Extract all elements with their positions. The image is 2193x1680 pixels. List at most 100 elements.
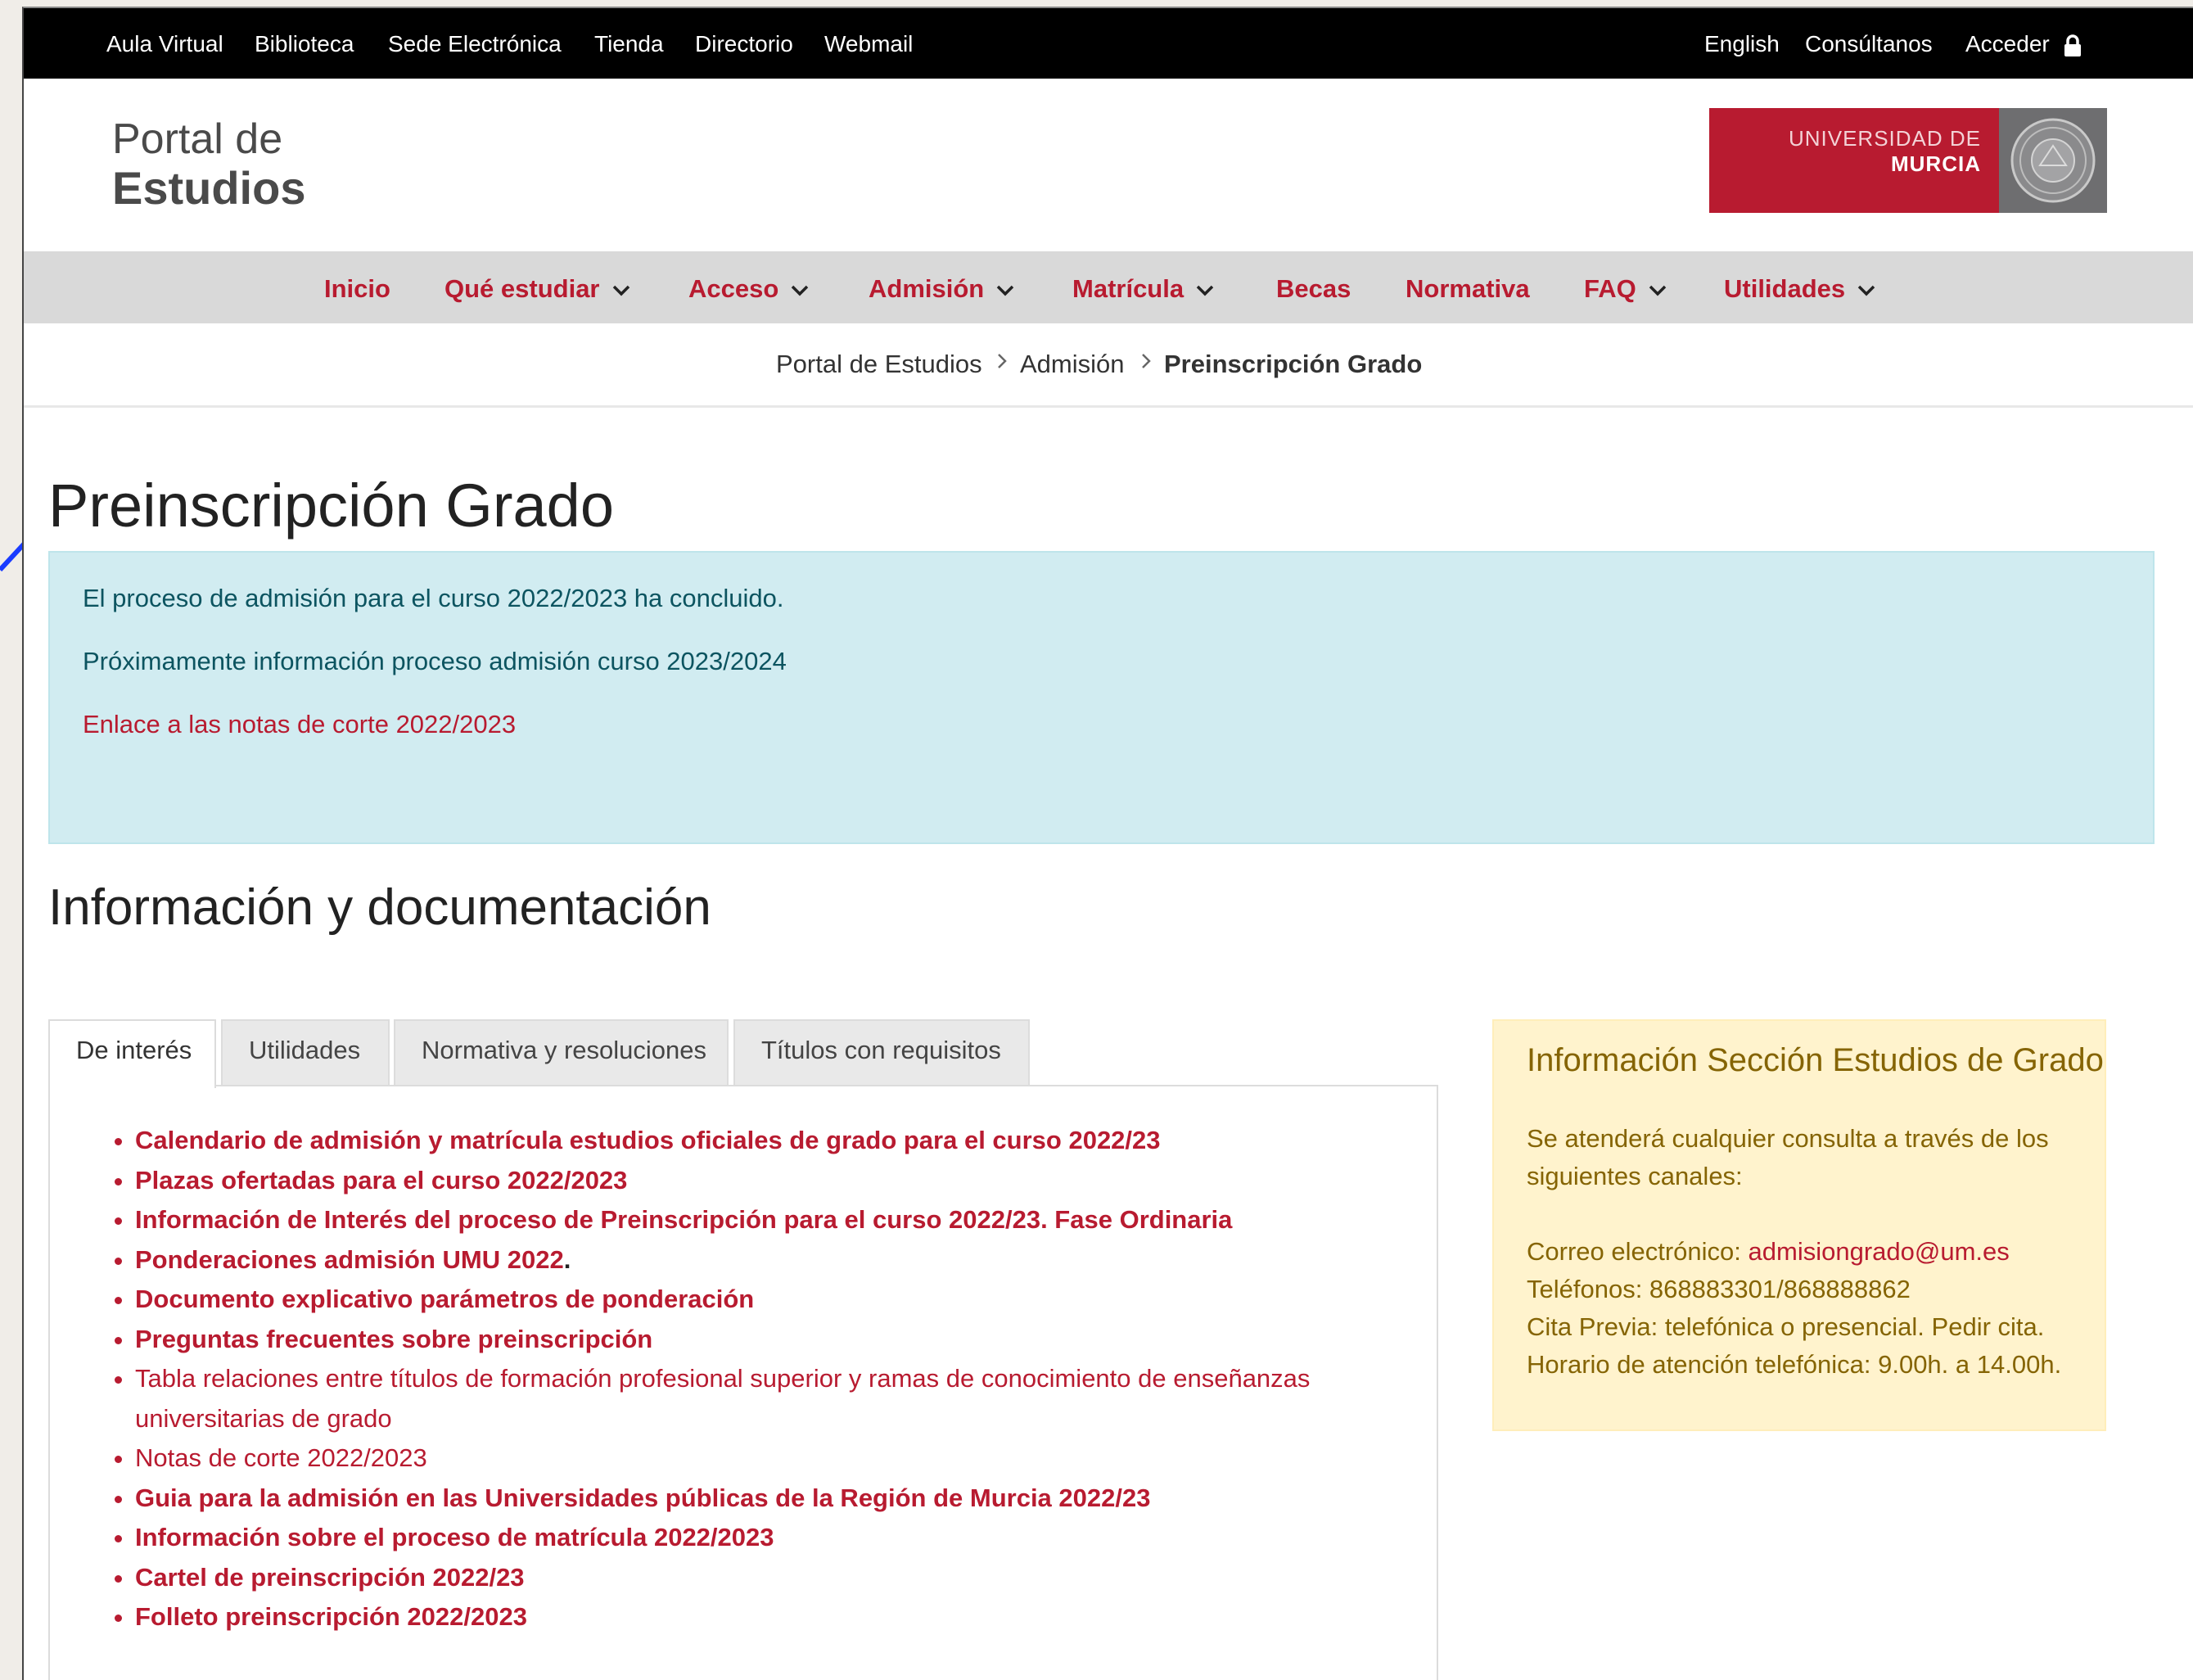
alert-link-wrapper: Enlace a las notas de corte 2022/2023 — [83, 710, 516, 739]
breadcrumb-item-admision[interactable]: Admisión — [1020, 350, 1125, 379]
nav-item-admision[interactable]: Admisión — [869, 274, 1015, 304]
document-link[interactable]: Plazas ofertadas para el curso 2022/2023 — [135, 1166, 627, 1195]
list-item: Ponderaciones admisión UMU 2022. — [135, 1240, 1347, 1280]
nav-item-que-estudiar[interactable]: Qué estudiar — [444, 274, 631, 304]
list-item: Cartel de preinscripción 2022/23 — [135, 1558, 1347, 1598]
nav-item-normativa[interactable]: Normativa — [1406, 274, 1530, 304]
list-item: Información de Interés del proceso de Pr… — [135, 1200, 1347, 1240]
university-logo[interactable]: UNIVERSIDAD DE MURCIA — [1709, 108, 2107, 213]
nav-label: Acceso — [688, 274, 779, 303]
chevron-down-icon — [996, 285, 1014, 296]
document-link[interactable]: Cartel de preinscripción 2022/23 — [135, 1563, 525, 1592]
login-link[interactable]: Acceder — [1965, 31, 2082, 57]
list-item: Folleto preinscripción 2022/2023 — [135, 1597, 1347, 1637]
list-item: Notas de corte 2022/2023 — [135, 1438, 1347, 1479]
english-link[interactable]: English — [1704, 31, 1780, 57]
tab-panel-de-interes: Calendario de admisión y matrícula estud… — [48, 1085, 1438, 1680]
topbar-link-webmail[interactable]: Webmail — [824, 31, 913, 57]
email-label: Correo electrónico: — [1527, 1237, 1749, 1266]
chevron-down-icon — [612, 285, 629, 296]
login-label: Acceder — [1965, 31, 2050, 56]
document-link[interactable]: Ponderaciones admisión UMU 2022 — [135, 1245, 564, 1274]
document-link[interactable]: Información de Interés del proceso de Pr… — [135, 1205, 1232, 1234]
site-header: Portal de Estudios UNIVERSIDAD DE MURCIA — [24, 79, 2193, 247]
chevron-down-icon — [792, 285, 809, 296]
nav-label: Normativa — [1406, 274, 1530, 303]
infobox-intro-line1: Se atenderá cualquier consulta a través … — [1527, 1124, 2049, 1153]
nav-item-faq[interactable]: FAQ — [1584, 274, 1667, 304]
nav-label: Matrícula — [1072, 274, 1184, 303]
list-item: Preguntas frecuentes sobre preinscripció… — [135, 1320, 1347, 1360]
chevron-down-icon — [1649, 285, 1666, 296]
email-link[interactable]: admisiongrado@um.es — [1749, 1237, 2010, 1266]
document-link[interactable]: Documento explicativo parámetros de pond… — [135, 1285, 754, 1313]
document-link[interactable]: Notas de corte 2022/2023 — [135, 1443, 427, 1472]
university-seal-icon — [1999, 108, 2107, 213]
document-list: Calendario de admisión y matrícula estud… — [111, 1121, 1347, 1637]
infobox-intro-line2: siguientes canales: — [1527, 1162, 1743, 1190]
nav-item-acceso[interactable]: Acceso — [688, 274, 810, 304]
document-link[interactable]: Tabla relaciones entre títulos de formac… — [135, 1364, 1310, 1433]
tab-titulos-requisitos[interactable]: Títulos con requisitos — [733, 1019, 1030, 1085]
section-title: Información y documentación — [48, 879, 711, 936]
page-title: Preinscripción Grado — [48, 472, 614, 540]
document-link[interactable]: Calendario de admisión y matrícula estud… — [135, 1126, 1161, 1154]
chevron-down-icon — [1196, 285, 1214, 296]
portal-logo-title[interactable]: Portal de Estudios — [112, 115, 305, 213]
browser-page: Aula Virtual Biblioteca Sede Electrónica… — [22, 7, 2193, 1680]
list-item-suffix: . — [563, 1244, 571, 1274]
nav-label: Becas — [1276, 274, 1351, 303]
list-item: Tabla relaciones entre títulos de formac… — [135, 1359, 1347, 1438]
tab-normativa-resoluciones[interactable]: Normativa y resoluciones — [394, 1019, 729, 1085]
admission-alert: El proceso de admisión para el curso 202… — [48, 551, 2155, 844]
logo-line2: MURCIA — [1891, 151, 1981, 176]
infobox-title: Información Sección Estudios de Grado — [1527, 1042, 2104, 1078]
alert-line1: El proceso de admisión para el curso 202… — [83, 584, 784, 612]
breadcrumb-separator-icon — [1139, 350, 1153, 379]
breadcrumb-item-portal[interactable]: Portal de Estudios — [776, 350, 982, 379]
infobox-appointment: Cita Previa: telefónica o presencial. Pe… — [1527, 1312, 2045, 1341]
nav-label: Qué estudiar — [444, 274, 600, 303]
nav-label: Utilidades — [1724, 274, 1846, 303]
top-utility-bar: Aula Virtual Biblioteca Sede Electrónica… — [24, 8, 2193, 79]
topbar-link-directorio[interactable]: Directorio — [695, 31, 793, 57]
topbar-link-aula-virtual[interactable]: Aula Virtual — [106, 31, 223, 57]
breadcrumb-item-current: Preinscripción Grado — [1164, 350, 1423, 378]
nav-item-inicio[interactable]: Inicio — [324, 274, 390, 304]
infobox-phones: Teléfonos: 868883301/868888862 — [1527, 1275, 1911, 1303]
list-item: Información sobre el proceso de matrícul… — [135, 1518, 1347, 1558]
topbar-link-tienda[interactable]: Tienda — [594, 31, 664, 57]
alert-line2: Próximamente información proceso admisió… — [83, 647, 787, 675]
infobox-email-row: Correo electrónico: admisiongrado@um.es — [1527, 1233, 2010, 1271]
infobox-hours: Horario de atención telefónica: 9.00h. a… — [1527, 1350, 2062, 1379]
document-link[interactable]: Guia para la admisión en las Universidad… — [135, 1484, 1150, 1512]
portal-title-line2: Estudios — [112, 162, 306, 214]
tab-utilidades[interactable]: Utilidades — [221, 1019, 390, 1085]
lock-icon — [2064, 34, 2081, 56]
list-item: Plazas ofertadas para el curso 2022/2023 — [135, 1161, 1347, 1201]
chevron-down-icon — [1857, 285, 1875, 296]
tab-de-interes[interactable]: De interés — [48, 1019, 216, 1088]
breadcrumb-separator-icon — [995, 350, 1009, 379]
list-item: Calendario de admisión y matrícula estud… — [135, 1121, 1347, 1161]
document-link[interactable]: Preguntas frecuentes sobre preinscripció… — [135, 1325, 652, 1353]
university-logo-text: UNIVERSIDAD DE MURCIA — [1709, 108, 1999, 213]
document-link[interactable]: Folleto preinscripción 2022/2023 — [135, 1602, 527, 1631]
main-nav: Inicio Qué estudiar Acceso Admisión Matr… — [24, 251, 2193, 323]
logo-line1: UNIVERSIDAD DE — [1788, 126, 1981, 151]
nav-label: Inicio — [324, 274, 390, 303]
nav-label: Admisión — [869, 274, 985, 303]
consultanos-link[interactable]: Consúltanos — [1805, 31, 1933, 57]
breadcrumb: Portal de Estudios Admisión Preinscripci… — [24, 323, 2193, 408]
topbar-link-sede-electronica[interactable]: Sede Electrónica — [388, 31, 562, 57]
document-link[interactable]: Información sobre el proceso de matrícul… — [135, 1523, 774, 1551]
list-item: Documento explicativo parámetros de pond… — [135, 1280, 1347, 1320]
nav-item-utilidades[interactable]: Utilidades — [1724, 274, 1876, 304]
topbar-link-biblioteca[interactable]: Biblioteca — [255, 31, 354, 57]
nav-item-matricula[interactable]: Matrícula — [1072, 274, 1215, 304]
list-item: Guia para la admisión en las Universidad… — [135, 1479, 1347, 1519]
contact-info-box: Información Sección Estudios de Grado Se… — [1492, 1019, 2106, 1431]
portal-title-line1: Portal de — [112, 115, 283, 163]
nav-item-becas[interactable]: Becas — [1276, 274, 1351, 304]
cut-off-marks-link[interactable]: Enlace a las notas de corte 2022/2023 — [83, 710, 516, 738]
